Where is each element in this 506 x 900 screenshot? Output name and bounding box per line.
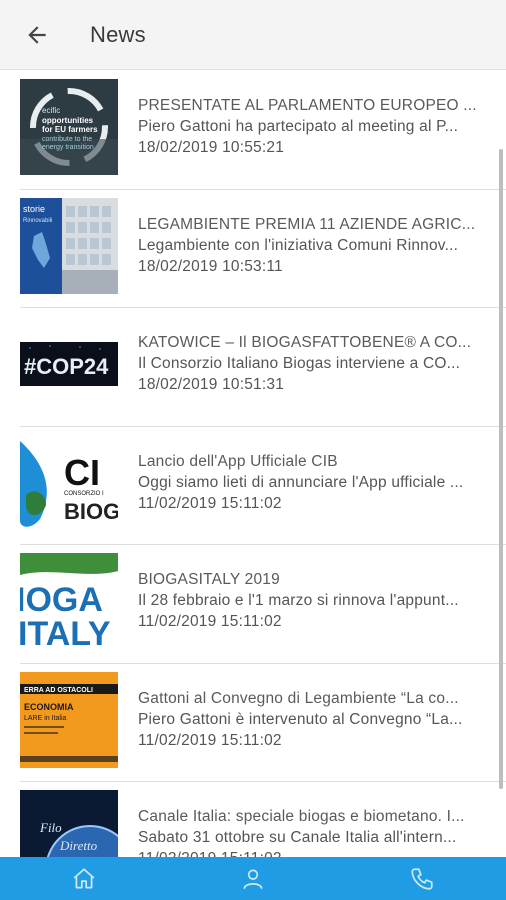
- phone-icon: [411, 867, 433, 890]
- news-headline: BIOGASITALY 2019: [138, 571, 280, 588]
- svg-text:ITALY: ITALY: [20, 615, 111, 649]
- svg-text:ecific: ecific: [42, 106, 60, 115]
- news-item[interactable]: storie Rinnovabili LEGAMBIENTE PREMIA 11…: [0, 190, 506, 309]
- news-headline: Canale Italia: speciale biogas e biometa…: [138, 808, 465, 825]
- svg-text:opportunities: opportunities: [42, 116, 94, 125]
- svg-text:LARE in Italia: LARE in Italia: [24, 715, 67, 722]
- news-date: 11/02/2019 15:11:02: [138, 848, 488, 857]
- news-thumbnail: ERRA AD OSTACOLI ECONOMIA LARE in Italia: [20, 671, 118, 768]
- news-date: 18/02/2019 10:53:11: [138, 257, 283, 275]
- news-item[interactable]: IOGA ITALY BIOGASITALY 2019 Il 28 febbra…: [0, 545, 506, 664]
- svg-text:ECONOMIA: ECONOMIA: [24, 702, 74, 712]
- page-title: News: [90, 21, 146, 47]
- news-thumbnail: IOGA ITALY: [20, 553, 118, 649]
- news-summary: Il 28 febbraio e l'1 marzo si rinnova l'…: [138, 592, 459, 609]
- home-icon: [74, 867, 95, 889]
- news-thumbnail: storie Rinnovabili: [20, 197, 118, 294]
- nav-profile-button[interactable]: [223, 857, 283, 900]
- app-bar: News: [0, 0, 506, 70]
- news-summary: Piero Gattoni è intervenuto al Convegno …: [138, 710, 463, 728]
- nav-home-button[interactable]: [54, 857, 114, 900]
- svg-text:storie: storie: [23, 204, 45, 214]
- svg-text:Filo: Filo: [39, 820, 62, 835]
- svg-text:ERRA AD OSTACOLI: ERRA AD OSTACOLI: [24, 687, 93, 694]
- news-date: 11/02/2019 15:11:02: [138, 494, 282, 512]
- news-thumbnail: CI CONSORZIO I BIOG: [20, 434, 118, 531]
- news-summary: Oggi siamo lieti di annunciare l'App uff…: [138, 473, 464, 491]
- news-headline: Lancio dell'App Ufficiale CIB: [138, 452, 338, 470]
- svg-text:CONSORZIO I: CONSORZIO I: [64, 491, 104, 497]
- news-summary: Legambiente con l'iniziativa Comuni Rinn…: [138, 236, 459, 254]
- svg-text:CI: CI: [64, 452, 100, 493]
- svg-text:BIOG: BIOG: [64, 499, 118, 524]
- news-item[interactable]: ecific opportunities for EU farmers cont…: [0, 71, 506, 190]
- news-thumbnail: #COP24: [20, 316, 118, 412]
- news-headline: PRESENTATE AL PARLAMENTO EUROPEO ...: [138, 97, 477, 114]
- news-date: 11/02/2019 15:11:02: [138, 613, 282, 630]
- news-thumbnail: ecific opportunities for EU farmers cont…: [20, 79, 118, 175]
- scrollbar[interactable]: [499, 149, 503, 789]
- news-summary: Piero Gattoni ha partecipato al meeting …: [138, 118, 459, 135]
- bottom-navigation: [0, 857, 506, 900]
- news-date: 18/02/2019 10:55:21: [138, 139, 285, 156]
- news-headline: KATOWICE – Il BIOGASFATTOBENE® A CO...: [138, 334, 472, 351]
- svg-text:for EU farmers: for EU farmers: [42, 125, 98, 134]
- news-summary: Sabato 31 ottobre su Canale Italia all'i…: [138, 829, 457, 846]
- news-thumbnail: Filo Diretto: [20, 790, 118, 857]
- svg-text:energy transition: energy transition: [42, 144, 94, 151]
- news-item[interactable]: #COP24 KATOWICE – Il BIOGASFATTOBENE® A …: [0, 308, 506, 427]
- news-date: 18/02/2019 10:51:31: [138, 376, 285, 393]
- svg-text:contribute to the: contribute to the: [42, 136, 92, 143]
- news-headline: LEGAMBIENTE PREMIA 11 AZIENDE AGRIC...: [138, 215, 476, 233]
- news-summary: Il Consorzio Italiano Biogas interviene …: [138, 355, 461, 372]
- news-item[interactable]: CI CONSORZIO I BIOG Lancio dell'App Uffi…: [0, 427, 506, 546]
- svg-text:IOGA: IOGA: [20, 581, 103, 619]
- news-item[interactable]: ERRA AD OSTACOLI ECONOMIA LARE in Italia…: [0, 664, 506, 783]
- back-button[interactable]: [0, 0, 78, 70]
- news-list[interactable]: ecific opportunities for EU farmers cont…: [0, 71, 506, 857]
- news-item[interactable]: Filo Diretto Canale Italia: speciale bio…: [0, 782, 506, 857]
- nav-contact-button[interactable]: [392, 857, 452, 900]
- arrow-left-icon: [28, 25, 46, 44]
- news-headline: Gattoni al Convegno di Legambiente “La c…: [138, 689, 459, 707]
- news-date: 11/02/2019 15:11:02: [138, 731, 282, 749]
- svg-text:Rinnovabili: Rinnovabili: [23, 218, 52, 224]
- user-icon: [243, 868, 263, 889]
- svg-text:#COP24: #COP24: [24, 354, 109, 379]
- svg-text:Diretto: Diretto: [59, 838, 98, 853]
